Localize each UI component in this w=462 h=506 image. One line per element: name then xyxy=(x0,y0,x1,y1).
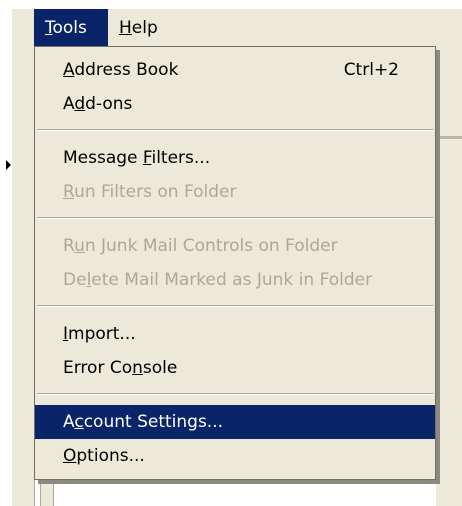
menu-item-text: ilters... xyxy=(151,148,211,168)
menu-item-text: ete Mail Marked as Junk in Folder xyxy=(91,270,373,290)
menu-item-message-filters[interactable]: Message Filters... xyxy=(35,141,435,175)
menu-separator xyxy=(37,217,433,219)
menu-tools-label: ools xyxy=(52,18,87,38)
window-right-panel xyxy=(436,46,462,506)
menu-item-account-settings[interactable]: Account Settings... xyxy=(35,405,435,439)
menu-item-text: A xyxy=(63,94,75,114)
menu-item-text: un Filters on Folder xyxy=(74,182,237,202)
menu-item-text: count Settings... xyxy=(83,412,224,432)
menu-item-add-ons[interactable]: Add-ons xyxy=(35,87,435,121)
menu-item-mnemonic: R xyxy=(63,182,75,202)
menu-item-text: Message xyxy=(63,148,143,168)
menu-separator xyxy=(37,305,433,307)
menu-item-text: De xyxy=(63,270,87,290)
window-right-divider xyxy=(436,136,462,139)
menu-item-text: Error Co xyxy=(63,358,133,378)
menu-item-text: mport... xyxy=(68,324,136,344)
menu-tools-mnemonic: T xyxy=(45,18,53,38)
menu-item-run-filters-on-folder: Run Filters on Folder xyxy=(35,175,435,209)
tools-dropdown-menu: Address Book Ctrl+2 Add-ons Message Filt… xyxy=(34,46,436,480)
menu-item-text: d-ons xyxy=(85,94,133,114)
menu-item-run-junk-mail-controls: Run Junk Mail Controls on Folder xyxy=(35,229,435,263)
window-left-panel xyxy=(12,46,35,506)
menu-help-label: elp xyxy=(131,18,158,38)
menu-item-shortcut: Ctrl+2 xyxy=(343,60,399,80)
menu-item-text: R xyxy=(63,236,75,256)
pane-splitter-arrow-icon[interactable] xyxy=(6,160,11,170)
menu-help-mnemonic: H xyxy=(119,18,132,38)
menu-item-mnemonic: O xyxy=(63,446,77,466)
menu-item-mnemonic: c xyxy=(74,412,84,432)
menu-item-import[interactable]: Import... xyxy=(35,317,435,351)
menu-item-text: ptions... xyxy=(76,446,145,466)
menu-item-mnemonic: n xyxy=(132,358,143,378)
menu-item-text: n Junk Mail Controls on Folder xyxy=(84,236,338,256)
menu-item-text: A xyxy=(63,412,75,432)
menu-item-mnemonic: A xyxy=(63,60,75,80)
menu-item-delete-junk-mail: Delete Mail Marked as Junk in Folder xyxy=(35,263,435,297)
menu-tools[interactable]: Tools xyxy=(34,9,108,47)
menu-item-address-book[interactable]: Address Book Ctrl+2 xyxy=(35,53,435,87)
menu-item-error-console[interactable]: Error Console xyxy=(35,351,435,385)
menu-separator xyxy=(37,129,433,131)
menu-item-mnemonic: d xyxy=(74,94,86,114)
menu-item-text: sole xyxy=(142,358,178,378)
menu-help[interactable]: Help xyxy=(108,9,170,47)
application-window: Tools Help Address Book Ctrl+2 Add-ons M… xyxy=(0,0,462,506)
menu-item-text: ddress Book xyxy=(74,60,179,80)
menu-bar: Tools Help xyxy=(12,8,462,47)
menu-item-mnemonic: u xyxy=(74,236,85,256)
menu-item-options[interactable]: Options... xyxy=(35,439,435,473)
menu-separator xyxy=(37,393,433,395)
